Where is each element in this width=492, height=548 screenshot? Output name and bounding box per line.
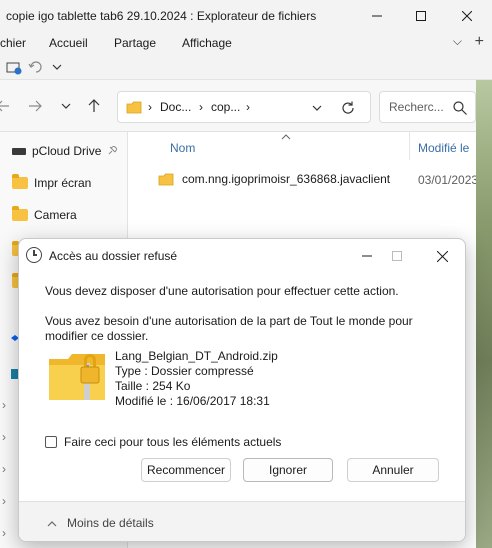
folder-icon: [12, 206, 28, 221]
dialog-maximize-button: [382, 245, 412, 267]
breadcrumb-separator: ›: [246, 100, 250, 114]
up-button[interactable]: [85, 97, 103, 115]
apply-to-all-checkbox[interactable]: Faire ceci pour tous les éléments actuel…: [45, 435, 281, 449]
dialog-message-line1: Vous avez besoin d'une autorisation de l…: [45, 314, 413, 328]
dialog-minimize-button[interactable]: [352, 245, 382, 267]
sidebar-item-label: Camera: [34, 208, 77, 222]
desktop-background: [476, 80, 492, 548]
sidebar-item-pcloud-drive[interactable]: pCloud Drive: [12, 141, 118, 161]
undo-icon[interactable]: [28, 59, 44, 75]
address-bar[interactable]: › Doc... › cop... ›: [117, 91, 371, 123]
file-info-modified: Modifié le : 16/06/2017 18:31: [115, 394, 270, 408]
file-info: Lang_Belgian_DT_Android.zip Type : Dossi…: [115, 349, 278, 409]
drive-icon: [12, 147, 26, 155]
tab-accueil[interactable]: Accueil: [49, 36, 88, 50]
close-icon: [462, 11, 472, 21]
sort-ascending-icon: [281, 134, 291, 140]
checkbox-label: Faire ceci pour tous les éléments actuel…: [64, 435, 282, 449]
forward-arrow-icon: [29, 100, 42, 112]
tab-fichier[interactable]: chier: [0, 36, 26, 50]
minimize-button[interactable]: [354, 0, 400, 32]
dialog-close-button[interactable]: [427, 245, 457, 267]
expand-chevron-icon[interactable]: ›: [2, 462, 6, 476]
search-placeholder: Recherc...: [389, 100, 444, 114]
retry-button[interactable]: Recommencer: [141, 458, 231, 482]
new-tab-plus-icon[interactable]: +: [475, 33, 484, 51]
expand-chevron-icon[interactable]: ›: [2, 526, 6, 540]
expand-chevron-icon[interactable]: ›: [2, 494, 6, 508]
dialog-footer: Moins de détails: [19, 501, 465, 541]
search-box[interactable]: Recherc...: [379, 91, 476, 123]
maximize-button[interactable]: [398, 0, 444, 32]
window-title: copie igo tablette tab6 29.10.2024 : Exp…: [6, 9, 317, 23]
explorer-titlebar: copie igo tablette tab6 29.10.2024 : Exp…: [0, 0, 492, 32]
tab-partage[interactable]: Partage: [114, 36, 156, 50]
expand-chevron-icon[interactable]: ›: [2, 398, 6, 412]
checkbox-box[interactable]: [45, 436, 57, 448]
column-header-name[interactable]: Nom: [170, 141, 195, 155]
ribbon-expand-chevron-icon[interactable]: ⌵: [453, 34, 462, 49]
pin-icon: [109, 146, 118, 155]
breadcrumb-documents[interactable]: Doc...: [160, 100, 191, 114]
properties-icon[interactable]: [6, 59, 22, 75]
folder-icon: [126, 101, 142, 114]
dialog-title: Accès au dossier refusé: [49, 249, 178, 263]
file-info-type: Type : Dossier compressé: [115, 364, 254, 378]
chevron-up-icon: [47, 520, 57, 526]
refresh-icon[interactable]: [340, 100, 356, 116]
sidebar-item-label: pCloud Drive: [32, 144, 102, 158]
expand-chevron-icon[interactable]: ›: [2, 430, 6, 444]
file-info-name: Lang_Belgian_DT_Android.zip: [115, 349, 278, 363]
folder-icon: [158, 173, 174, 185]
recent-locations-button[interactable]: [57, 97, 75, 115]
up-arrow-icon: [88, 99, 100, 112]
chevron-down-icon: [61, 103, 71, 109]
details-toggle[interactable]: Moins de détails: [47, 516, 154, 530]
minimize-icon: [372, 15, 382, 17]
maximize-icon: [416, 11, 426, 21]
zip-folder-icon: [49, 354, 105, 400]
folder-icon: [12, 174, 28, 189]
customize-toolbar-chevron-icon[interactable]: [52, 63, 62, 71]
column-separator[interactable]: [409, 132, 410, 160]
quick-access-toolbar: [0, 54, 492, 80]
ribbon-tabs: chier Accueil Partage Affichage ⌵ +: [0, 32, 492, 54]
breadcrumb-separator: ›: [148, 100, 152, 114]
tab-affichage[interactable]: Affichage: [182, 36, 232, 50]
close-icon: [436, 250, 448, 262]
breadcrumb-separator: ›: [199, 100, 203, 114]
details-toggle-label: Moins de détails: [67, 516, 154, 530]
sidebar-item-label: Impr écran: [34, 176, 92, 190]
close-button[interactable]: [444, 0, 490, 32]
minimize-icon: [362, 255, 372, 257]
clock-icon: [26, 247, 42, 263]
search-icon: [453, 101, 467, 115]
access-denied-dialog: Accès au dossier refusé Vous devez dispo…: [18, 238, 466, 542]
sidebar-item-impr-ecran[interactable]: Impr écran: [12, 173, 91, 193]
dialog-message-line2: modifier ce dossier.: [45, 329, 149, 343]
back-button[interactable]: [0, 97, 12, 115]
cancel-button[interactable]: Annuler: [347, 458, 439, 482]
maximize-icon: [392, 251, 402, 261]
breadcrumb-copie[interactable]: cop...: [211, 100, 240, 114]
file-name: com.nng.igoprimoisr_636868.javaclient: [182, 172, 391, 186]
file-info-size: Taille : 254 Ko: [115, 379, 191, 393]
forward-button[interactable]: [26, 97, 44, 115]
dialog-message-primary: Vous devez disposer d'une autorisation p…: [45, 284, 399, 298]
sidebar-item-camera[interactable]: Camera: [12, 205, 77, 225]
back-arrow-icon: [0, 100, 9, 112]
file-row[interactable]: com.nng.igoprimoisr_636868.javaclient: [158, 170, 390, 188]
address-dropdown-chevron-icon[interactable]: [312, 104, 322, 112]
ignore-button[interactable]: Ignorer: [243, 458, 333, 482]
column-header-modified[interactable]: Modifié le: [418, 141, 469, 155]
